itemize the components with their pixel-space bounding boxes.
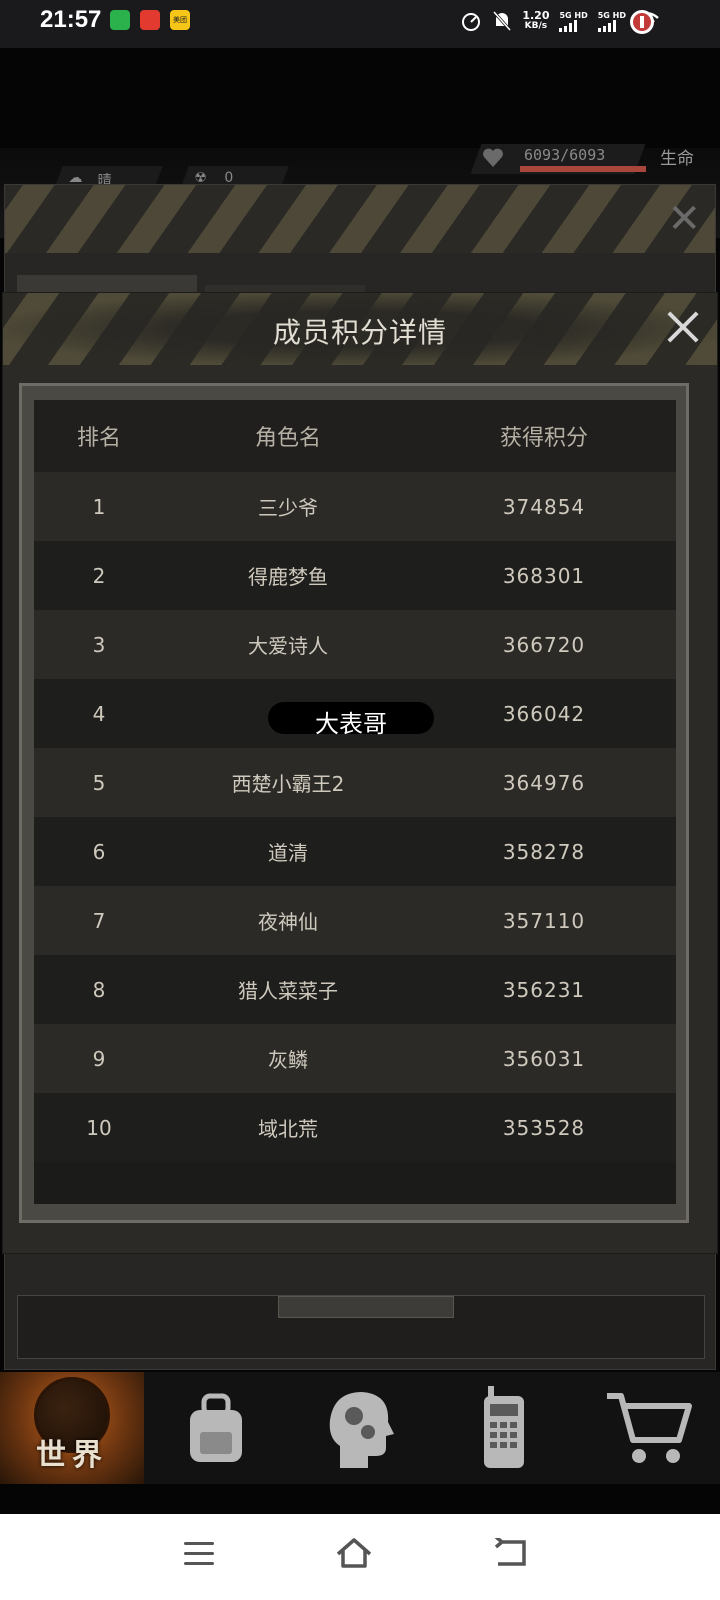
points-cell: 366042 [502,701,586,726]
rank-cell: 8 [92,977,106,1002]
hazard-stripe [5,185,715,253]
hp-value: 6093/6093 [524,146,606,164]
heart-icon [483,148,503,167]
close-icon[interactable] [663,307,703,347]
shop-tab[interactable] [576,1372,720,1484]
rank-cell: 7 [92,908,106,933]
speedometer-icon [462,13,481,31]
system-nav-bar [0,1514,720,1600]
back-icon[interactable] [494,1538,528,1568]
table-row: 10 域北荒 353528 [34,1093,676,1162]
signal-1-label: 5G HD [559,10,588,20]
points-cell: 374854 [502,494,586,519]
netease-music-app-icon [140,10,160,30]
meituan-app-icon: 美团 [170,10,190,30]
name-cell: 大爱诗人 [248,634,328,658]
close-icon[interactable]: ✕ [667,199,701,239]
table-row: 2 得鹿梦鱼 368301 [34,541,676,610]
game-screen: ☁ 晴 ☢ 0 6093/6093 生命 ✕ 成员积分详情 排名 角色名 获得积… [0,48,720,1514]
name-cell: 三少爷 [258,496,318,520]
points-table[interactable]: 排名 角色名 获得积分 1 三少爷 374854 2 得鹿梦鱼 368301 3 大爱诗人 36… [34,400,676,1204]
game-bottom-nav: 世界 [0,1372,720,1484]
radio-icon [484,1386,524,1468]
rank-cell: 2 [92,563,106,588]
column-name: 角色名 [254,426,321,451]
table-row: 1 三少爷 374854 [34,472,676,541]
skills-tab[interactable] [288,1372,432,1484]
table-frame: 排名 角色名 获得积分 1 三少爷 374854 2 得鹿梦鱼 368301 3 大爱诗人 36… [19,383,689,1223]
back-footer-button [278,1296,454,1318]
rank-cell: 4 [92,701,106,726]
status-bar: 21:57 美团 1.20 KB/s 5G HD 5G HD [0,0,720,48]
table-row: 7 夜神仙 357110 [34,886,676,955]
name-cell: 灰鳞 [268,1048,308,1072]
radio-tab[interactable] [432,1372,576,1484]
points-cell: 356031 [502,1046,586,1071]
rank-cell: 5 [92,770,106,795]
net-speed-value: 1.20 [522,9,550,22]
world-tab[interactable]: 世界 [0,1372,144,1484]
rank-cell: 6 [92,839,106,864]
name-cell: 夜神仙 [258,910,318,934]
points-cell: 356231 [502,977,586,1002]
table-row: 9 灰鳞 356031 [34,1024,676,1093]
name-cell: 道清 [268,841,308,865]
world-tab-label: 世界 [36,1438,108,1473]
hp-fill [520,166,646,172]
points-cell: 368301 [502,563,586,588]
signal-2-label: 5G HD [597,10,626,20]
dialog-header: 成员积分详情 [3,293,717,365]
rank-cell: 9 [92,1046,106,1071]
points-cell: 358278 [502,839,586,864]
table-row: 8 猎人菜菜子 356231 [34,955,676,1024]
table-row: 5 西楚小霸王2 364976 [34,748,676,817]
skills-head-icon [329,1392,394,1468]
clock: 21:57 [40,6,102,33]
table-row: 6 道清 358278 [34,817,676,886]
signal-1: 5G HD [559,10,588,32]
rank-cell: 10 [86,1115,112,1140]
table-body: 1 三少爷 374854 2 得鹿梦鱼 368301 3 大爱诗人 366720 4 366042 5… [34,472,676,1162]
name-cell: 西楚小霸王2 [231,772,345,796]
name-cell: 域北荒 [258,1117,318,1141]
points-cell: 353528 [502,1115,586,1140]
column-points: 获得积分 [499,426,588,451]
net-speed-unit: KB/s [524,21,548,31]
points-cell: 366720 [502,632,586,657]
mute-bell-icon [493,11,512,31]
hp-label: 生命 [660,149,694,169]
menu-icon[interactable] [184,1542,214,1566]
dialog-title: 成员积分详情 [272,316,447,349]
table-row: 3 大爱诗人 366720 [34,610,676,679]
signal-2: 5G HD [597,10,626,32]
rank-cell: 1 [92,494,106,519]
net-speed: 1.20 KB/s [522,10,549,32]
shop-cart-icon [607,1393,692,1463]
redaction-overlay-text: 大表哥 [315,710,387,738]
user-avatar-icon [630,10,654,34]
rank-cell: 3 [92,632,106,657]
home-icon[interactable] [334,1536,374,1570]
backpack-icon [190,1393,242,1462]
backpack-tab[interactable] [144,1372,288,1484]
column-rank: 排名 [76,426,121,451]
table-header: 排名 角色名 获得积分 [34,400,676,472]
member-points-dialog: 成员积分详情 排名 角色名 获得积分 1 三少爷 374854 2 得鹿梦鱼 368301… [2,292,718,1254]
name-cell: 猎人菜菜子 [238,979,338,1003]
points-cell: 364976 [502,770,586,795]
bilibili-app-icon [110,10,130,30]
back-footer [17,1295,705,1359]
name-cell: 得鹿梦鱼 [248,565,328,589]
points-cell: 357110 [502,908,586,933]
